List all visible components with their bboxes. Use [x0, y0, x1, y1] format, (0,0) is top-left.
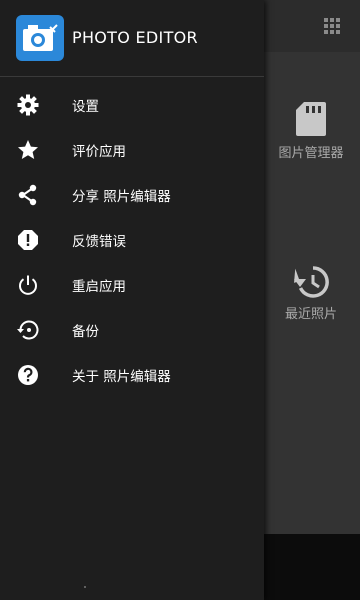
menu-item-restart-app[interactable]: 重启应用: [0, 262, 264, 307]
gear-icon: [17, 94, 39, 116]
recent-photos-tile[interactable]: 最近照片: [262, 265, 360, 322]
photo-manager-tile[interactable]: 图片管理器: [262, 100, 360, 161]
app-title: PHOTO EDITOR: [72, 28, 198, 47]
app-logo: [16, 15, 64, 61]
grid-menu-icon[interactable]: [323, 17, 341, 35]
backup-restore-icon: [17, 320, 39, 340]
navigation-drawer: PHOTO EDITOR 设置 评价应用 分享 照片编辑器 反馈错误 重启应用 …: [0, 0, 264, 600]
menu-item-settings[interactable]: 设置: [0, 82, 264, 127]
menu-item-label: 重启应用: [72, 279, 126, 295]
menu-item-label: 关于 照片编辑器: [72, 369, 171, 385]
menu-item-share[interactable]: 分享 照片编辑器: [0, 172, 264, 217]
recent-photos-label: 最近照片: [284, 307, 337, 322]
star-icon: [18, 140, 38, 159]
menu-item-label: 反馈错误: [72, 234, 126, 250]
history-icon: [294, 266, 329, 298]
menu-item-rate-app[interactable]: 评价应用: [0, 127, 264, 172]
help-icon: [18, 365, 38, 385]
power-icon: [19, 275, 37, 295]
drawer-header: PHOTO EDITOR: [0, 0, 264, 77]
menu-item-report-bug[interactable]: 反馈错误: [0, 217, 264, 262]
photo-manager-label: 图片管理器: [278, 146, 344, 161]
bug-report-icon: [18, 230, 38, 250]
menu-item-label: 备份: [72, 324, 99, 340]
menu-item-label: 设置: [72, 99, 99, 115]
share-icon: [18, 184, 37, 206]
menu-item-label: 评价应用: [72, 144, 126, 160]
menu-item-about[interactable]: 关于 照片编辑器: [0, 352, 264, 397]
menu-item-backup[interactable]: 备份: [0, 307, 264, 352]
drawer-divider-dot: [84, 586, 86, 588]
camera-icon: [23, 24, 58, 51]
sd-card-icon: [296, 102, 326, 136]
drawer-menu: 设置 评价应用 分享 照片编辑器 反馈错误 重启应用 备份 关于 照片编辑器: [0, 82, 264, 397]
menu-item-label: 分享 照片编辑器: [72, 189, 171, 205]
